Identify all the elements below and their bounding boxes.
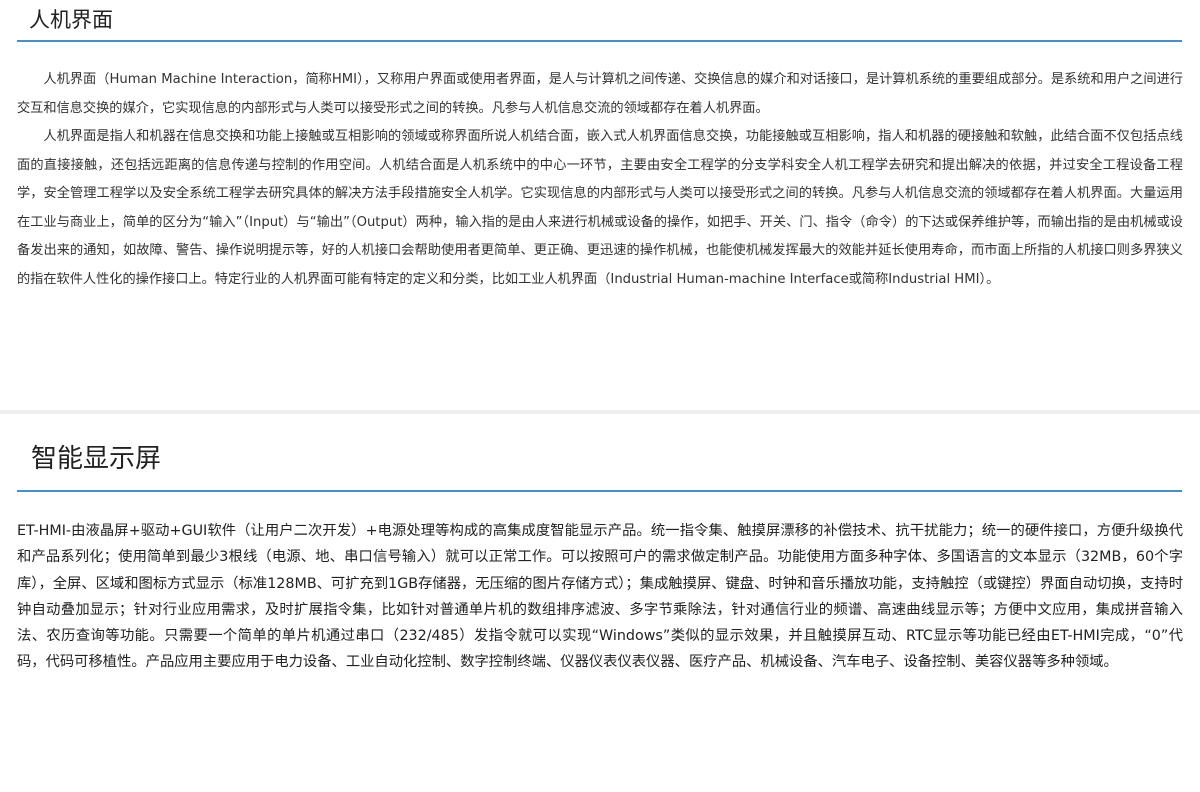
paragraph-smart-display: ET-HMI-由液晶屏+驱动+GUI软件（让用户二次开发）+电源处理等构成的高集…	[17, 523, 1183, 671]
section-body-hmi: 人机界面（Human Machine Interaction，简称HMI），又称…	[17, 66, 1183, 294]
section-header-smart-display: 智能显示屏	[17, 428, 1182, 492]
paragraph-hmi-1: 人机界面（Human Machine Interaction，简称HMI），又称…	[17, 72, 1183, 116]
section-smart-display: 智能显示屏 ET-HMI-由液晶屏+驱动+GUI软件（让用户二次开发）+电源处理…	[0, 410, 1200, 792]
section-header-hmi: 人机界面	[17, 0, 1182, 42]
section-hmi: 人机界面 人机界面（Human Machine Interaction，简称HM…	[0, 0, 1200, 410]
paragraph-hmi-2: 人机界面是指人和机器在信息交换和功能上接触或互相影响的领域或称界面所说人机结合面…	[17, 129, 1183, 287]
section-body-smart-display: ET-HMI-由液晶屏+驱动+GUI软件（让用户二次开发）+电源处理等构成的高集…	[17, 518, 1183, 676]
section-title-hmi: 人机界面	[29, 8, 113, 32]
section-title-smart-display: 智能显示屏	[31, 444, 162, 474]
